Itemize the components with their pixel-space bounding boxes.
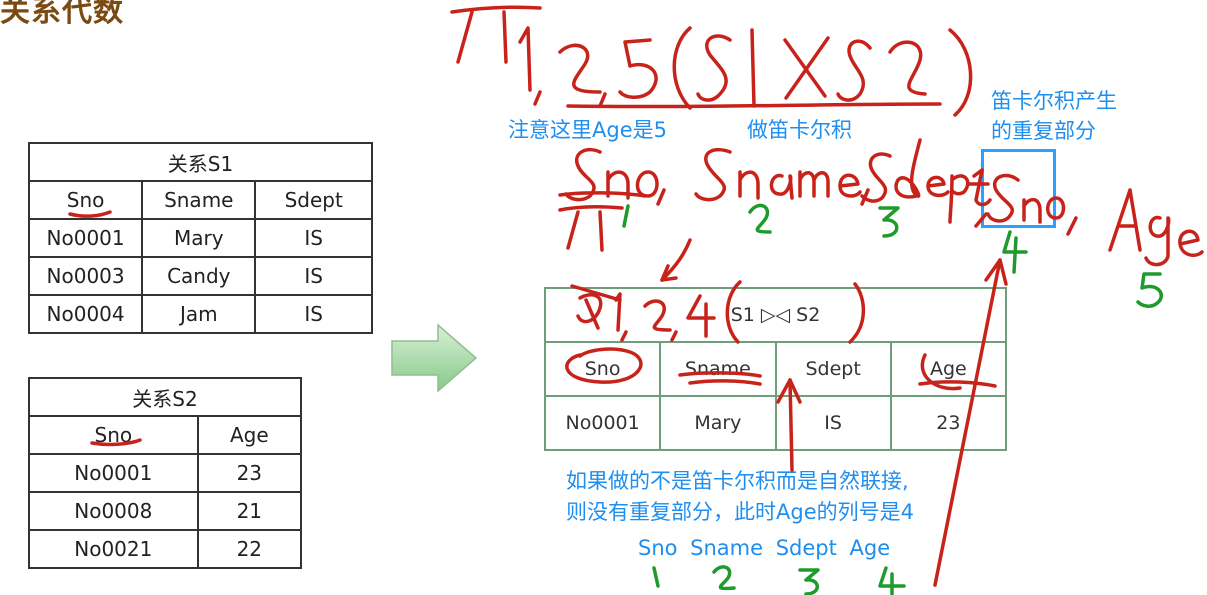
column-header: Sno [28,415,199,455]
table-cell: No0004 [27,294,144,334]
table-cell: 23 [889,395,1008,451]
column-header: Sno [27,180,144,220]
table-row: No0001 Mary IS 23 [543,395,1008,451]
natural-join-result-table: S1 ▷◁ S2 Sno Sname Sdept Age No0001 Mary… [543,287,1008,451]
table-row: No0003 Candy IS [27,256,373,296]
table-cell: Mary [141,218,257,258]
column-header: Sdept [254,180,373,220]
table-cell: 22 [196,529,303,569]
table-cell: Candy [141,256,257,296]
table-row: No0001 23 [28,453,303,493]
table-cell: No0001 [543,395,662,451]
note-natural-join-line1: 如果做的不是笛卡尔积而是自然联接, [566,469,909,493]
column-header: Age [196,415,303,455]
note-cartesian: 做笛卡尔积 [747,118,852,142]
column-header: Sname [141,180,257,220]
note-age-is-5: 注意这里Age是5 [508,118,667,142]
note-duplicate-line1: 笛卡尔积产生 [991,89,1117,113]
relation-s2-table: 关系S2 Sno Age No0001 23 No0008 21 No0021 … [28,377,303,569]
table-row: No0004 Jam IS [27,294,373,334]
note-duplicate-line2: 的重复部分 [991,119,1096,143]
note-natural-join-line2: 则没有重复部分，此时Age的列号是4 [566,500,914,524]
table-cell: No0021 [28,529,199,569]
table-cell: IS [254,256,373,296]
table-row: No0021 22 [28,529,303,569]
relation-s2-caption: 关系S2 [28,377,302,417]
table-header-row: Sno Sname Sdept Age [543,341,1008,397]
note-bottom-columns: Sno Sname Sdept Age [638,536,891,560]
column-header: Sname [659,341,777,397]
table-row: No0001 Mary IS [27,218,373,258]
duplicate-column-highlight [981,149,1056,228]
column-header: Age [889,341,1008,397]
table-cell: Mary [659,395,777,451]
column-header: Sno [543,341,662,397]
table-cell: IS [254,294,373,334]
table-cell: IS [254,218,373,258]
table-cell: IS [774,395,892,451]
join-caption: S1 ▷◁ S2 [544,287,1007,343]
table-cell: 21 [196,491,303,531]
column-header: Sdept [774,341,892,397]
table-header-row: Sno Sname Sdept [27,180,373,220]
relation-s1-table: 关系S1 Sno Sname Sdept No0001 Mary IS No00… [27,142,373,334]
table-cell: 23 [196,453,303,493]
slide-title: 关系代数 [0,0,124,29]
table-cell: No0008 [28,491,199,531]
relation-s1-caption: 关系S1 [28,142,373,182]
table-cell: Jam [141,294,257,334]
table-cell: No0001 [27,218,144,258]
right-arrow-icon [391,323,478,393]
table-cell: No0001 [28,453,199,493]
table-row: No0008 21 [28,491,303,531]
table-header-row: Sno Age [28,415,303,455]
table-cell: No0003 [27,256,144,296]
